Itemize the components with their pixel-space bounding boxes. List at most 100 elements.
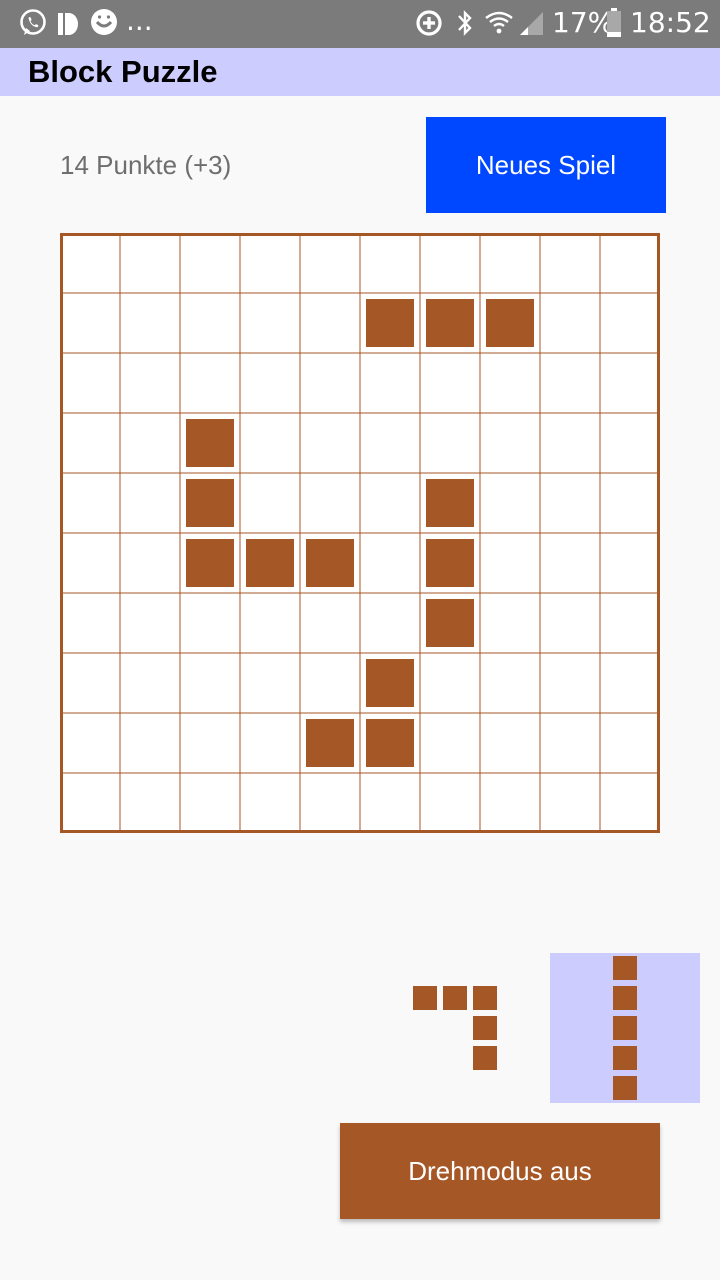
- board-cell[interactable]: [119, 472, 181, 534]
- board-cell[interactable]: [60, 292, 121, 354]
- board-cell[interactable]: [599, 233, 660, 294]
- board-cell[interactable]: [60, 772, 121, 833]
- board-cell[interactable]: [359, 412, 421, 474]
- board-cell[interactable]: [60, 532, 121, 594]
- board-cell[interactable]: [599, 352, 660, 414]
- board-cell[interactable]: [60, 472, 121, 534]
- board-cell[interactable]: [239, 233, 301, 294]
- board-block: [186, 479, 234, 527]
- board-cell[interactable]: [599, 652, 660, 714]
- board-cell[interactable]: [60, 412, 121, 474]
- board-cell[interactable]: [479, 412, 541, 474]
- board-cell[interactable]: [599, 772, 660, 833]
- board-cell[interactable]: [599, 472, 660, 534]
- board-cell[interactable]: [599, 412, 660, 474]
- board-cell[interactable]: [179, 352, 241, 414]
- board-cell[interactable]: [359, 352, 421, 414]
- board-block: [246, 539, 294, 587]
- board-cell[interactable]: [539, 352, 601, 414]
- tray-piece-i-shape-selected[interactable]: [550, 953, 700, 1103]
- board-cell[interactable]: [539, 233, 601, 294]
- board-cell[interactable]: [179, 772, 241, 833]
- board-cell[interactable]: [599, 592, 660, 654]
- board-cell[interactable]: [539, 652, 601, 714]
- board-cell[interactable]: [479, 772, 541, 833]
- board-cell[interactable]: [359, 233, 421, 294]
- board-grid[interactable]: [60, 233, 660, 833]
- board-cell[interactable]: [539, 712, 601, 774]
- board-cell[interactable]: [479, 233, 541, 294]
- board-cell[interactable]: [359, 772, 421, 833]
- board-cell[interactable]: [299, 592, 361, 654]
- board-cell[interactable]: [239, 772, 301, 833]
- board-cell[interactable]: [119, 652, 181, 714]
- board-cell[interactable]: [119, 592, 181, 654]
- board-cell[interactable]: [539, 772, 601, 833]
- board-cell[interactable]: [179, 292, 241, 354]
- board-cell[interactable]: [599, 292, 660, 354]
- board-cell[interactable]: [479, 592, 541, 654]
- board-cell[interactable]: [179, 233, 241, 294]
- board-cell[interactable]: [599, 712, 660, 774]
- board-cell[interactable]: [299, 233, 361, 294]
- board-cell[interactable]: [299, 472, 361, 534]
- signal-icon: [520, 12, 543, 35]
- board-cell[interactable]: [479, 472, 541, 534]
- board-cell[interactable]: [239, 652, 301, 714]
- board-cell[interactable]: [239, 352, 301, 414]
- board-cell[interactable]: [119, 233, 181, 294]
- board-block: [426, 539, 474, 587]
- rotate-mode-button[interactable]: Drehmodus aus: [340, 1123, 660, 1219]
- board-cell[interactable]: [239, 472, 301, 534]
- board-cell[interactable]: [60, 712, 121, 774]
- board-cell[interactable]: [239, 712, 301, 774]
- board-cell[interactable]: [539, 412, 601, 474]
- board-cell[interactable]: [359, 592, 421, 654]
- board-cell[interactable]: [299, 652, 361, 714]
- board-cell[interactable]: [599, 532, 660, 594]
- board-cell[interactable]: [419, 712, 481, 774]
- battery-icon: [607, 8, 621, 37]
- board-cell[interactable]: [539, 592, 601, 654]
- board-cell[interactable]: [60, 652, 121, 714]
- piece-block: [443, 986, 467, 1010]
- board-cell[interactable]: [419, 652, 481, 714]
- board-cell[interactable]: [60, 233, 121, 294]
- board-cell[interactable]: [60, 592, 121, 654]
- board-cell[interactable]: [239, 412, 301, 474]
- board-cell[interactable]: [299, 292, 361, 354]
- board-cell[interactable]: [179, 652, 241, 714]
- board-cell[interactable]: [239, 592, 301, 654]
- board-cell[interactable]: [419, 772, 481, 833]
- board-cell[interactable]: [179, 712, 241, 774]
- board-cell[interactable]: [479, 532, 541, 594]
- board-cell[interactable]: [479, 712, 541, 774]
- board-cell[interactable]: [179, 592, 241, 654]
- board-cell[interactable]: [299, 352, 361, 414]
- board-cell[interactable]: [359, 532, 421, 594]
- game-board[interactable]: [60, 233, 660, 833]
- board-cell[interactable]: [539, 472, 601, 534]
- board-cell[interactable]: [539, 532, 601, 594]
- whatsapp-icon: [20, 9, 46, 35]
- board-cell[interactable]: [419, 352, 481, 414]
- board-cell[interactable]: [119, 772, 181, 833]
- board-cell[interactable]: [479, 352, 541, 414]
- board-cell[interactable]: [119, 292, 181, 354]
- board-cell[interactable]: [119, 352, 181, 414]
- board-cell[interactable]: [299, 412, 361, 474]
- board-cell[interactable]: [419, 233, 481, 294]
- board-block: [426, 599, 474, 647]
- new-game-button[interactable]: Neues Spiel: [426, 117, 666, 213]
- board-cell[interactable]: [359, 472, 421, 534]
- board-cell[interactable]: [539, 292, 601, 354]
- board-cell[interactable]: [239, 292, 301, 354]
- board-cell[interactable]: [419, 412, 481, 474]
- board-cell[interactable]: [299, 772, 361, 833]
- board-cell[interactable]: [119, 712, 181, 774]
- board-cell[interactable]: [479, 652, 541, 714]
- board-cell[interactable]: [60, 352, 121, 414]
- board-cell[interactable]: [119, 532, 181, 594]
- tray-piece-l-shape[interactable]: [406, 978, 506, 1078]
- board-cell[interactable]: [119, 412, 181, 474]
